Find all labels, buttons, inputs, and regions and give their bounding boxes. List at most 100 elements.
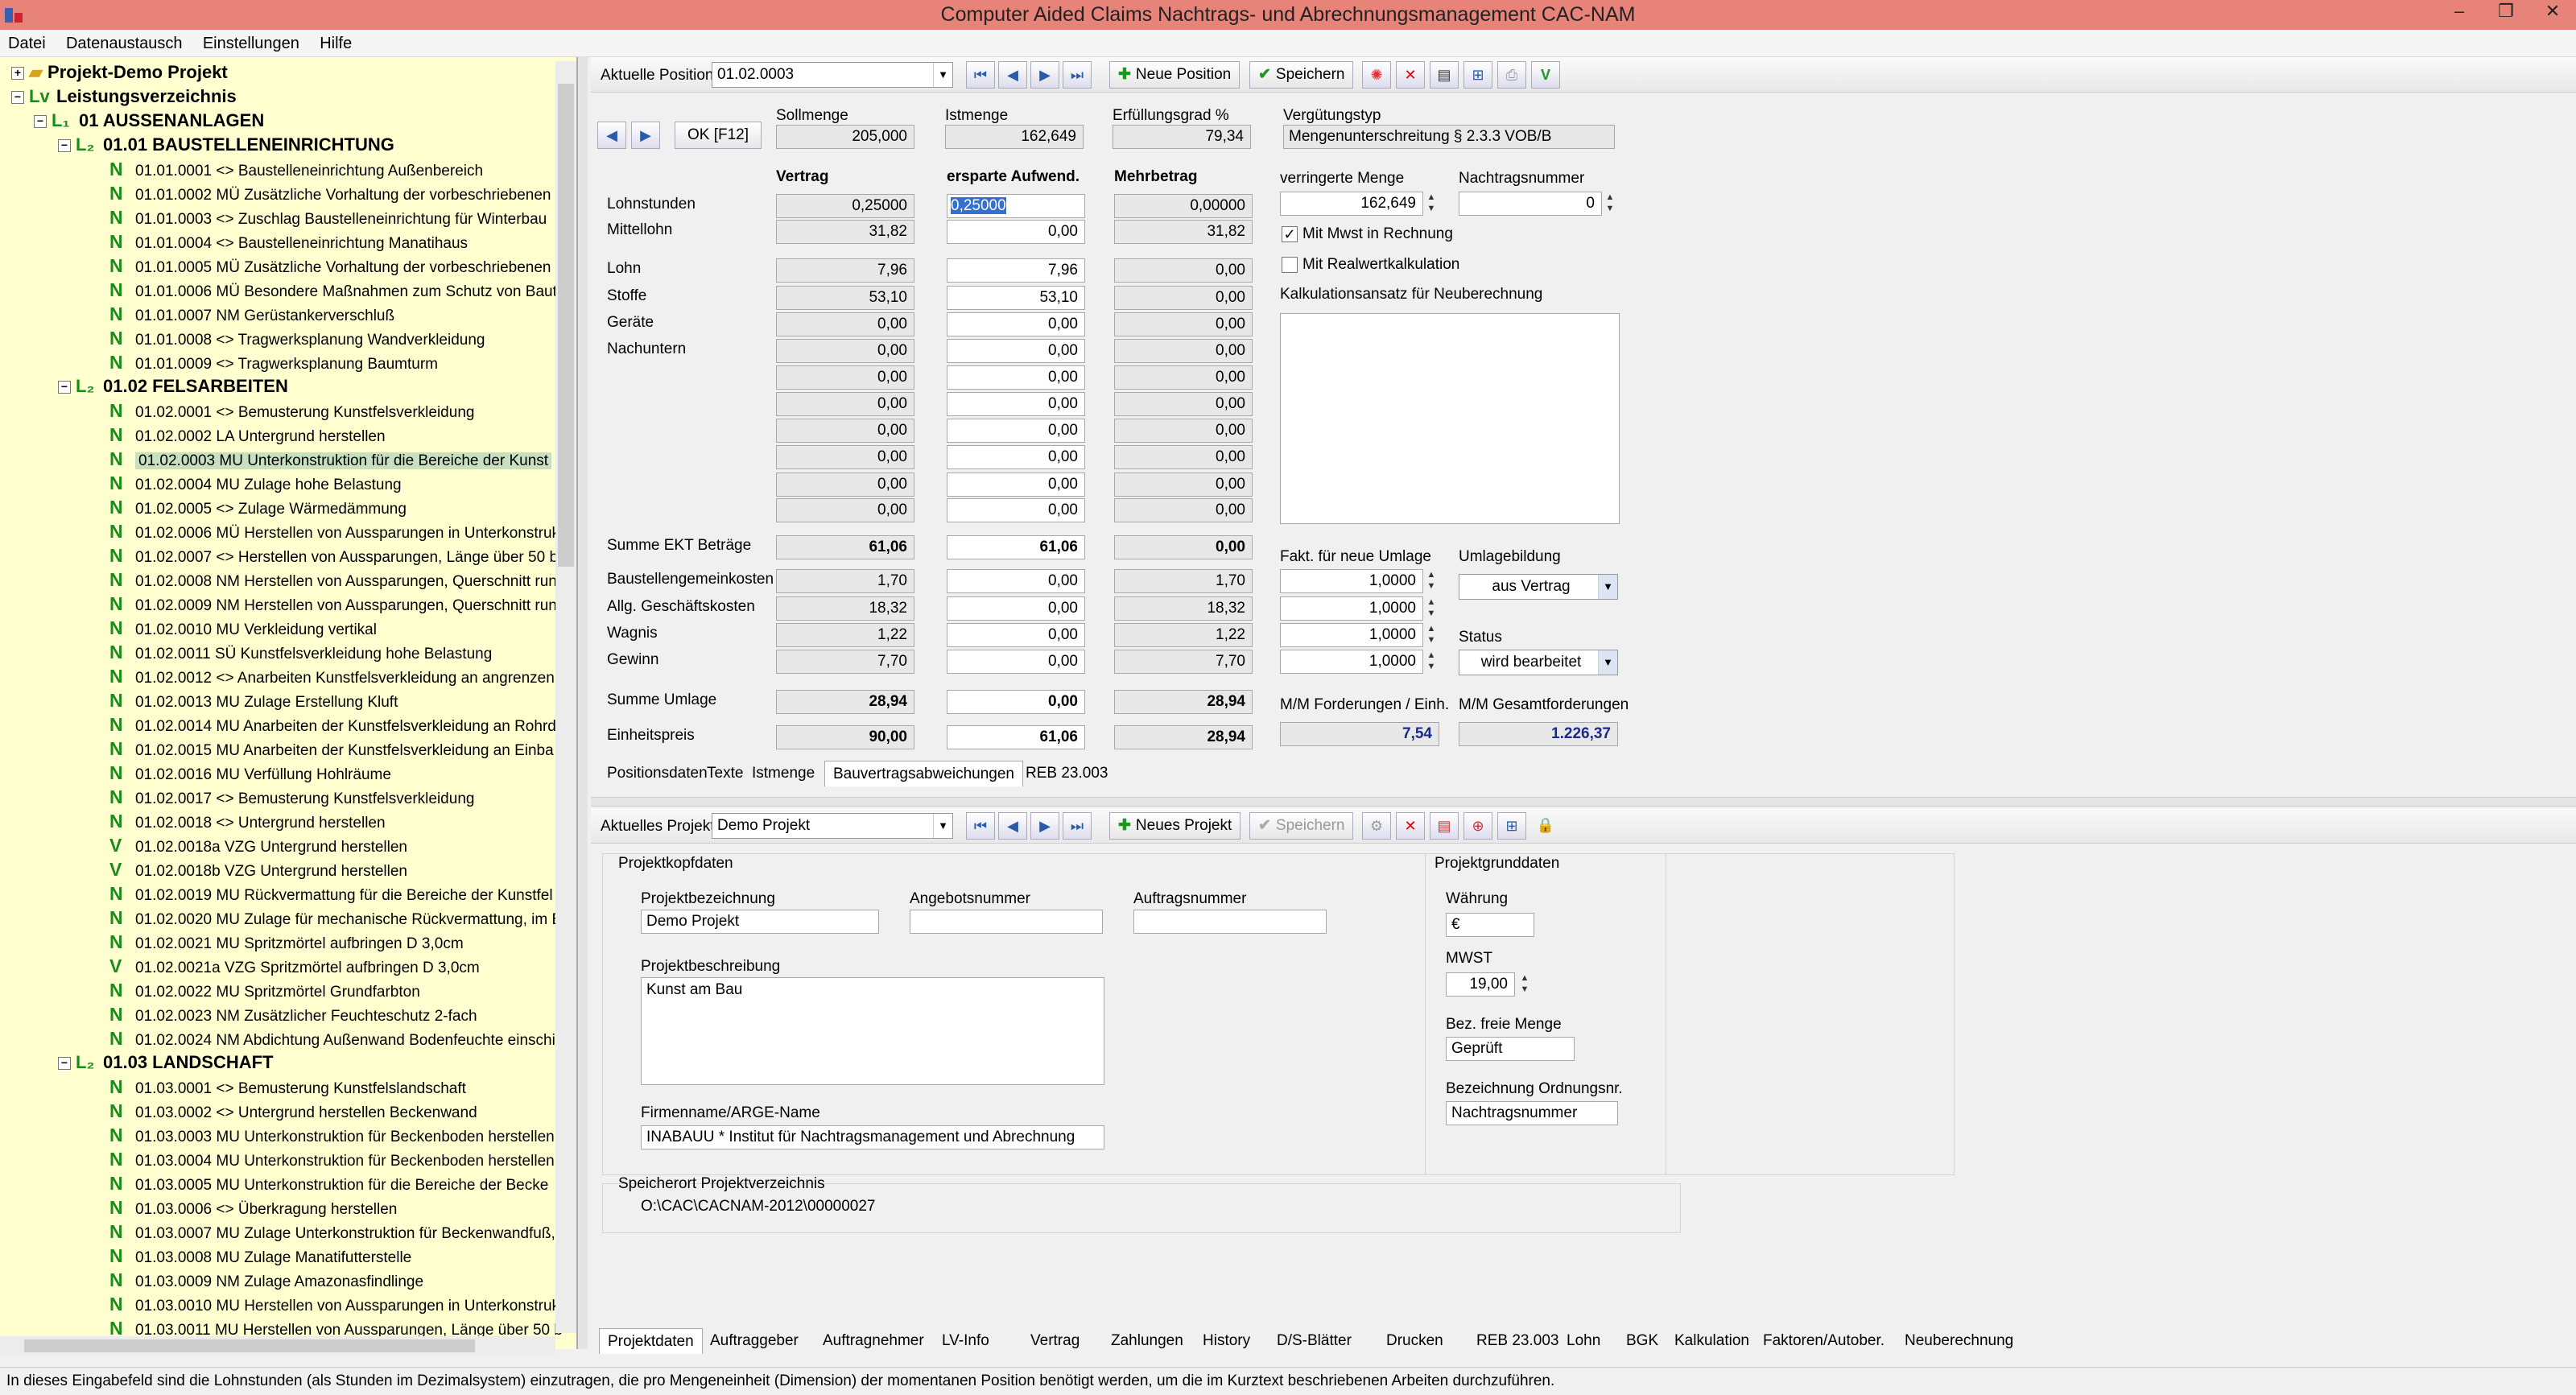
collapse-icon[interactable]: − <box>58 139 71 153</box>
tree-item[interactable]: N 01.01.0009 <> Tragwerksplanung Baumturm <box>109 350 438 374</box>
refresh-icon[interactable]: ✺ <box>1362 61 1391 89</box>
last-record-icon[interactable]: ⏭ <box>1063 61 1092 89</box>
ok-button[interactable]: OK [F12] <box>675 122 762 149</box>
ersparte-input[interactable]: 61,06 <box>947 725 1085 749</box>
faktor-3-input[interactable]: 1,0000 <box>1280 623 1423 647</box>
tree-vertical-scrollbar[interactable] <box>555 61 576 1333</box>
freie-menge-input[interactable]: Geprüft <box>1446 1037 1575 1061</box>
prev-project-icon[interactable]: ◀ <box>998 812 1027 840</box>
tree-item[interactable]: N 01.02.0015 MU Anarbeiten der Kunstfelsv… <box>109 737 554 761</box>
ersparte-input[interactable]: 0,00 <box>947 473 1085 497</box>
ersparte-input[interactable]: 0,00 <box>947 419 1085 443</box>
back-icon[interactable]: ◀ <box>597 122 626 149</box>
project-tab[interactable]: Neuberechnung <box>1897 1328 2021 1354</box>
settings-icon[interactable]: ⚙ <box>1362 812 1391 840</box>
project-tab[interactable]: Kalkulation <box>1666 1328 1757 1354</box>
menu-einstellungen[interactable]: Einstellungen <box>195 30 308 57</box>
project-tab[interactable]: History <box>1195 1328 1258 1354</box>
tree-item[interactable]: N 01.01.0006 MÜ Besondere Maßnahmen zum S… <box>109 278 572 302</box>
realwert-checkbox[interactable] <box>1282 257 1298 273</box>
menu-datenaustausch[interactable]: Datenaustausch <box>58 30 191 57</box>
validate-icon[interactable]: V <box>1531 61 1560 89</box>
ersparte-input[interactable]: 7,96 <box>947 258 1085 283</box>
faktor-4-input[interactable]: 1,0000 <box>1280 650 1423 674</box>
ersparte-input[interactable]: 0,00 <box>947 312 1085 336</box>
ersparte-input[interactable]: 0,00 <box>947 339 1085 363</box>
select-icon[interactable]: ⊞ <box>1463 61 1492 89</box>
faktor-2-input[interactable]: 1,0000 <box>1280 596 1423 621</box>
tree-item[interactable]: N 01.02.0023 NM Zusätzlicher Feuchteschut… <box>109 1002 477 1026</box>
tree-item[interactable]: N 01.03.0010 MU Herstellen von Aussparung… <box>109 1292 559 1316</box>
tree-item[interactable]: N 01.02.0004 MU Zulage hohe Belastung <box>109 471 402 495</box>
ersparte-input[interactable]: 0,25000 <box>947 194 1085 218</box>
project-tab[interactable]: BGK <box>1618 1328 1666 1354</box>
close-icon[interactable]: ✕ <box>2529 0 2576 24</box>
restore-icon[interactable]: ❐ <box>2483 0 2529 24</box>
tree-item[interactable]: N 01.02.0012 <> Anarbeiten Kunstfelsverkl… <box>109 664 555 688</box>
new-position-button[interactable]: ✚ Neue Position <box>1109 61 1241 89</box>
tree-item[interactable]: N 01.03.0007 MU Zulage Unterkonstruktion … <box>109 1220 555 1244</box>
menu-datei[interactable]: Datei <box>0 30 54 57</box>
save-position-button[interactable]: ✔ Speichern <box>1249 61 1354 89</box>
document-icon[interactable]: ▤ <box>1430 61 1459 89</box>
tree-item[interactable]: N 01.02.0016 MU Verfüllung Hohlräume <box>109 761 391 785</box>
ersparte-input[interactable]: 0,00 <box>947 498 1085 522</box>
tree-item[interactable]: N 01.02.0003 MU Unterkonstruktion für die… <box>109 447 552 471</box>
project-tab[interactable]: Faktoren/Autober. <box>1755 1328 1893 1354</box>
project-tab[interactable]: Zahlungen <box>1103 1328 1191 1354</box>
tree-item[interactable]: N 01.02.0007 <> Herstellen von Aussparung… <box>109 543 558 567</box>
collapse-icon[interactable]: − <box>58 381 71 394</box>
tree-item[interactable]: N 01.03.0008 MU Zulage Manatifutterstelle <box>109 1244 411 1268</box>
auftragsnummer-input[interactable] <box>1133 910 1327 934</box>
tree-item[interactable]: N 01.02.0022 MU Spritzmörtel Grundfarbton <box>109 978 420 1002</box>
horizontal-splitter[interactable] <box>591 797 2576 807</box>
delete-icon[interactable]: ✕ <box>1396 61 1425 89</box>
collapse-icon[interactable]: − <box>11 91 24 105</box>
delete-project-icon[interactable]: ✕ <box>1396 812 1425 840</box>
mwst-checkbox[interactable]: ✓ <box>1282 226 1298 242</box>
lock-icon[interactable]: 🔒 <box>1531 812 1560 840</box>
position-tab[interactable]: REB 23.003 <box>1018 761 1116 786</box>
ersparte-input[interactable]: 0,00 <box>947 623 1085 647</box>
ersparte-input[interactable]: 0,00 <box>947 445 1085 469</box>
projektbezeichnung-input[interactable]: Demo Projekt <box>641 910 879 934</box>
tree-item[interactable]: − L₁ 01 AUSSENANLAGEN <box>34 109 264 133</box>
mwst-spinner[interactable]: ▲ ▼ <box>1517 972 1533 997</box>
tree-item[interactable]: N 01.03.0001 <> Bemusterung Kunstfelsland… <box>109 1075 466 1099</box>
ersparte-input[interactable]: 0,00 <box>947 596 1085 621</box>
prev-record-icon[interactable]: ◀ <box>998 61 1027 89</box>
ersparte-input[interactable]: 0,00 <box>947 569 1085 593</box>
tree-horizontal-scrollbar[interactable] <box>0 1336 555 1356</box>
tree-item[interactable]: N 01.02.0009 NM Herstellen von Aussparung… <box>109 592 557 616</box>
tree-item[interactable]: − L₂ 01.01 BAUSTELLENEINRICHTUNG <box>58 133 394 157</box>
ersparte-input[interactable]: 0,00 <box>947 220 1085 244</box>
ersparte-input[interactable]: 0,00 <box>947 365 1085 390</box>
tree-item[interactable]: N 01.02.0005 <> Zulage Wärmedämmung <box>109 495 407 519</box>
tree-item[interactable]: N 01.03.0004 MU Unterkonstruktion für Bec… <box>109 1147 555 1171</box>
tree-item[interactable]: N 01.01.0008 <> Tragwerksplanung Wandverk… <box>109 326 485 350</box>
verringerte-menge-spinner[interactable]: ▲ ▼ <box>1423 192 1439 216</box>
firmenname-input[interactable]: INABAUU * Institut für Nachtragsmanageme… <box>641 1125 1104 1149</box>
vertical-splitter[interactable] <box>578 57 588 1349</box>
tree-item[interactable]: N 01.02.0002 LA Untergrund herstellen <box>109 423 386 447</box>
tree-item[interactable]: N 01.02.0011 SÜ Kunstfelsverkleidung hohe… <box>109 640 492 664</box>
project-tab[interactable]: Drucken <box>1378 1328 1451 1354</box>
status-select[interactable]: wird bearbeitet ▼ <box>1459 650 1618 675</box>
tree-item[interactable]: N 01.01.0004 <> Baustelleneinrichtung Man… <box>109 229 468 254</box>
tree-item[interactable]: N 01.03.0003 MU Unterkonstruktion für Bec… <box>109 1123 555 1147</box>
tree-item[interactable]: − Lv Leistungsverzeichnis <box>11 85 237 109</box>
ersparte-input[interactable]: 61,06 <box>947 535 1085 559</box>
position-tab[interactable]: Bauvertragsabweichungen <box>824 761 1023 786</box>
tree-item[interactable]: N 01.02.0024 NM Abdichtung Außenwand Bode… <box>109 1026 567 1050</box>
tree-item[interactable]: + ▰ Projekt-Demo Projekt <box>11 60 228 85</box>
current-project-select[interactable]: Demo Projekt ▼ <box>712 813 953 839</box>
project-tab[interactable]: Auftragnehmer <box>815 1328 932 1354</box>
angebotsnummer-input[interactable] <box>910 910 1103 934</box>
menu-hilfe[interactable]: Hilfe <box>312 30 360 57</box>
first-project-icon[interactable]: ⏮ <box>966 812 995 840</box>
tree-item[interactable]: N 01.02.0021 MU Spritzmörtel aufbringen D… <box>109 930 464 954</box>
tree-item[interactable]: N 01.02.0019 MU Rückvermattung für die Be… <box>109 881 553 906</box>
tree-item[interactable]: V 01.02.0018b VZG Untergrund herstellen <box>109 857 407 881</box>
select-project-icon[interactable]: ⊞ <box>1497 812 1526 840</box>
project-tab[interactable]: Auftraggeber <box>702 1328 807 1354</box>
